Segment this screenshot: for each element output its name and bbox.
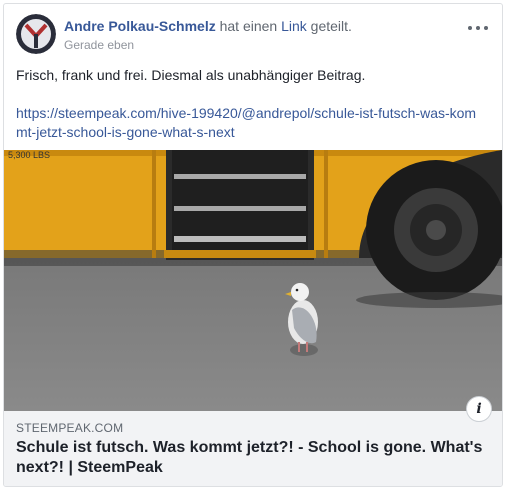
link-title: Schule ist futsch. Was kommt jetzt?! - S…: [16, 439, 483, 476]
more-dot: [484, 26, 488, 30]
post-url-link[interactable]: https://steempeak.com/hive-199420/@andre…: [16, 104, 486, 142]
author-avatar[interactable]: [16, 14, 56, 54]
action-text-post: geteilt.: [306, 18, 352, 34]
link-preview-image[interactable]: 5,300 LBS: [4, 150, 502, 411]
link-domain: STEEMPEAK.COM: [16, 421, 124, 435]
link-preview-caption[interactable]: STEEMPEAK.COM Schule ist futsch. Was kom…: [4, 411, 502, 486]
info-icon[interactable]: i: [466, 396, 492, 422]
seagull-bus-photo: 5,300 LBS: [4, 150, 502, 411]
post-timestamp[interactable]: Gerade eben: [64, 38, 134, 52]
more-horizontal-icon[interactable]: [466, 18, 490, 38]
post-text: Frisch, frank und frei. Diesmal als unab…: [16, 67, 366, 83]
author-name[interactable]: Andre Polkau-Schmelz: [64, 18, 216, 34]
action-text-pre: hat einen: [215, 18, 282, 34]
post-card: Andre Polkau-Schmelz hat einen Link gete…: [3, 3, 503, 487]
post-header: Andre Polkau-Schmelz hat einen Link gete…: [16, 14, 492, 58]
more-dot: [476, 26, 480, 30]
more-dot: [468, 26, 472, 30]
action-link[interactable]: Link: [281, 18, 307, 34]
bus-text: 5,300 LBS: [8, 150, 50, 160]
avatar-image: [16, 14, 56, 54]
author-line: Andre Polkau-Schmelz hat einen Link gete…: [64, 18, 352, 34]
